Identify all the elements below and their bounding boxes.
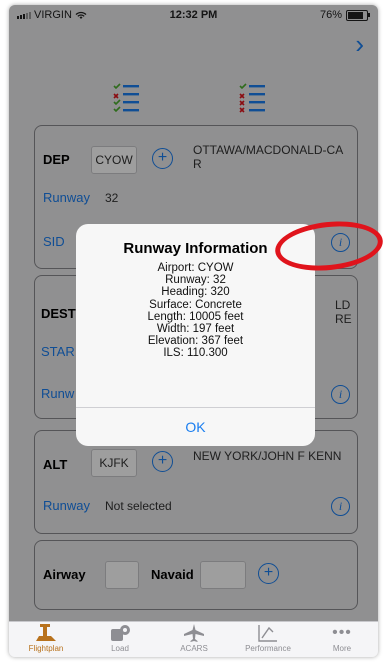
load-icon [111, 625, 130, 641]
tab-more[interactable]: ••• More [305, 622, 378, 657]
ok-button[interactable]: OK [76, 408, 315, 446]
dialog-line-runway: Runway: 32 [165, 274, 226, 287]
dialog-line-heading: Heading: 320 [161, 286, 230, 299]
dialog-line-elevation: Elevation: 367 feet [147, 335, 244, 348]
tab-load[interactable]: Load [83, 622, 157, 657]
tab-label: Performance [245, 644, 291, 653]
phone-screen: VIRGIN 12:32 PM 76% › DEP CYOW + OTTAWA/… [9, 5, 378, 657]
tab-label: ACARS [180, 644, 208, 653]
tab-label: More [332, 644, 352, 653]
more-icon: ••• [332, 624, 352, 641]
dialog-line-width: Width: 197 feet [156, 323, 235, 336]
tab-bar: Flightplan Load ACARS Performance ••• Mo… [9, 621, 378, 657]
airplane-icon [184, 624, 204, 642]
dialog-line-airport: Airport: CYOW [157, 262, 234, 274]
tab-label: Load [111, 644, 129, 653]
dialog-line-surface: Surface: Concrete [149, 298, 242, 311]
dialog-message: Airport: CYOW Runway: 32 Heading: 320 Su… [76, 262, 315, 360]
dialog-line-ils: ILS: 110.300 [163, 347, 228, 360]
tab-performance[interactable]: Performance [231, 622, 305, 657]
flightplan-icon [36, 624, 56, 641]
tab-flightplan[interactable]: Flightplan [9, 622, 83, 657]
dialog-line-length: Length: 10005 feet [147, 310, 244, 323]
tab-acars[interactable]: ACARS [157, 622, 231, 657]
performance-icon [258, 625, 277, 642]
tab-label: Flightplan [28, 644, 64, 653]
